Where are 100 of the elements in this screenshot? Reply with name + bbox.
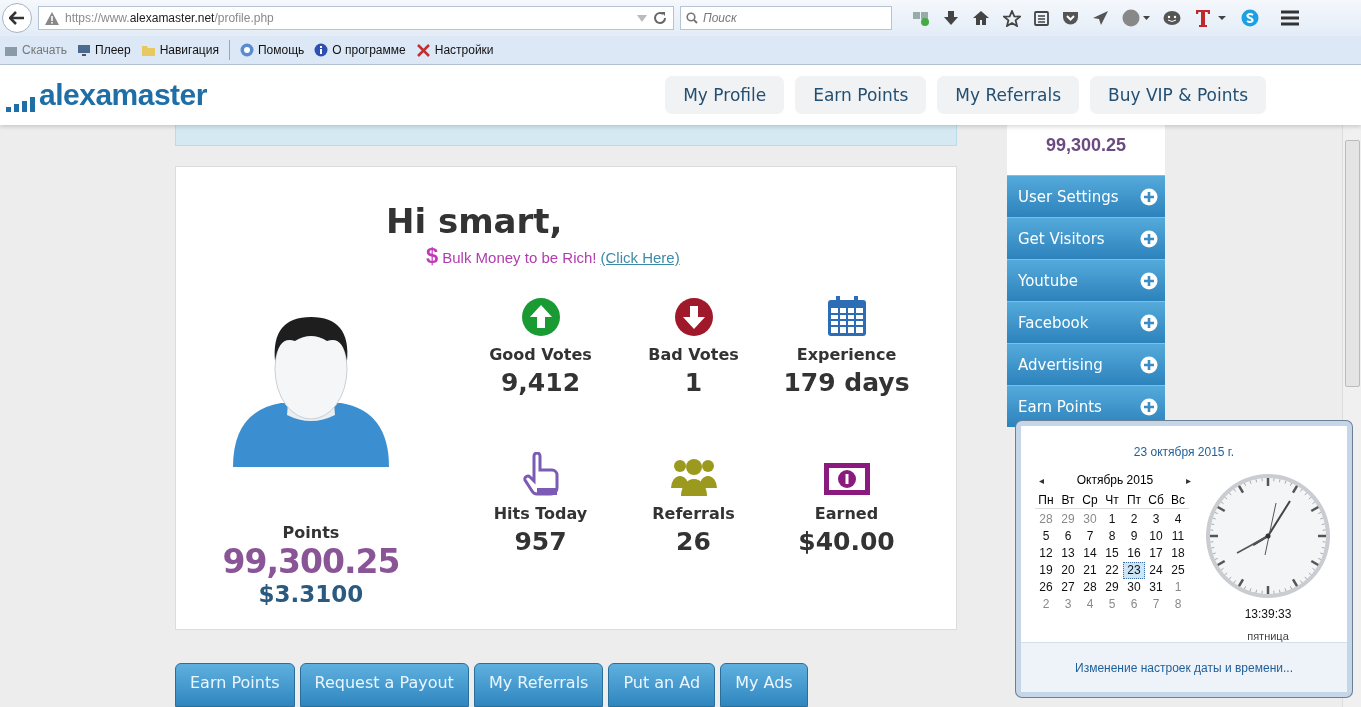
calendar-day[interactable]: 10 [1145,528,1167,545]
calendar-day[interactable]: 7 [1079,528,1101,545]
calendar-day[interactable]: 24 [1145,562,1167,579]
calendar-day[interactable]: 30 [1079,511,1101,528]
stat-label: Referrals [652,503,735,523]
calendar-day[interactable]: 29 [1101,579,1123,596]
warning-icon [45,11,59,25]
back-arrow-icon [9,11,25,25]
calendar-day[interactable]: 1 [1101,511,1123,528]
calendar-day[interactable]: 31 [1145,579,1167,596]
plus-circle-icon [1140,313,1158,332]
calendar-day[interactable]: 4 [1079,596,1101,613]
weekday-header: Вс [1167,493,1189,509]
calendar-day[interactable]: 20 [1057,562,1079,579]
calendar-day[interactable]: 25 [1167,562,1189,579]
calendar-day[interactable]: 26 [1035,579,1057,596]
bookmark-item[interactable]: Плеер [77,43,131,57]
date-settings-link[interactable]: Изменение настроек даты и времени... [1075,660,1293,675]
reading-list-icon[interactable] [1034,10,1049,26]
skype-icon[interactable] [1241,9,1259,27]
calendar-day[interactable]: 2 [1123,511,1145,528]
site-logo[interactable]: alexamaster [6,78,207,112]
weekday-header: Вт [1057,493,1079,509]
reload-icon[interactable] [653,11,667,25]
stat-value: 957 [514,526,567,556]
calendar-day[interactable]: 8 [1167,596,1189,613]
calendar-day[interactable]: 11 [1167,528,1189,545]
address-bar[interactable]: https://www.alexamaster.net/profile.php [38,6,674,30]
calendar-day[interactable]: 22 [1101,562,1123,579]
info-icon [314,43,329,57]
calendar-day[interactable]: 3 [1145,511,1167,528]
help-icon [239,43,254,57]
letter-t-icon[interactable] [1194,8,1228,28]
calendar-day[interactable]: 6 [1057,528,1079,545]
download-icon[interactable] [943,10,959,26]
calendar-day[interactable]: 8 [1101,528,1123,545]
back-button[interactable] [2,3,32,33]
extension-icon[interactable] [912,10,930,26]
time-text: 13:39:33 [1244,607,1292,621]
calendar-day[interactable]: 14 [1079,545,1101,562]
plus-circle-icon [1140,187,1158,206]
pointing-hand-icon [520,451,561,496]
calendar-day[interactable]: 13 [1057,545,1079,562]
points-label: Points [282,522,340,542]
search-icon [686,12,698,24]
bookmark-item[interactable]: Настройки [415,42,494,58]
folder-icon [140,43,156,57]
menu-icon[interactable] [1280,10,1300,26]
calendar-day[interactable]: 6 [1123,596,1145,613]
calendar-day[interactable]: 4 [1167,511,1189,528]
points-usd-value: $3.3100 [258,580,364,607]
weekday-header: Сб [1145,493,1167,509]
points-value: 99,300.25 [222,541,400,581]
bookmark-item[interactable]: Помощь [239,43,305,57]
calendar-day[interactable]: 3 [1057,596,1079,613]
calendar-day[interactable]: 18 [1167,545,1189,562]
stat-value: 179 days [783,367,910,397]
calendar-day[interactable]: 12 [1035,545,1057,562]
calendar-day[interactable]: 17 [1145,545,1167,562]
weekday-header: Ср [1079,493,1101,509]
calendar-day[interactable]: 9 [1123,528,1145,545]
bookmark-item[interactable]: Навигация [140,43,219,57]
chat-icon[interactable] [1163,9,1181,27]
stat-label: Earned [814,503,879,523]
click-here-link[interactable]: (Click Here) [600,248,680,266]
nav-button[interactable]: My Referrals [937,76,1080,114]
calendar-day[interactable]: 19 [1035,562,1057,579]
calendar-day[interactable]: 21 [1079,562,1101,579]
pocket-icon[interactable] [1062,10,1079,26]
tools-icon [415,42,431,58]
nav-button[interactable]: My Profile [665,76,785,114]
calendar-day[interactable]: 28 [1035,511,1057,528]
plus-circle-icon [1140,397,1158,416]
calendar-day[interactable]: 30 [1123,579,1145,596]
home-icon[interactable] [972,10,990,26]
paper-plane-icon[interactable] [1092,10,1109,26]
month-title[interactable]: Октябрь 2015 [1076,473,1154,487]
calendar-day[interactable]: 5 [1035,528,1057,545]
next-month-button[interactable]: ▸ [1186,473,1191,487]
nav-button[interactable]: Buy VIP & Points [1090,76,1266,114]
search-field[interactable]: Поиск [680,6,892,30]
bookmark-item[interactable]: О программе [314,43,406,57]
weekday-text: пятница [1247,630,1289,642]
weekday-header: Чт [1101,493,1123,509]
calendar-day[interactable]: 23 [1123,562,1145,579]
calendar-day[interactable]: 16 [1123,545,1145,562]
calendar-day[interactable]: 27 [1057,579,1079,596]
plus-circle-icon [1140,229,1158,248]
bookmark-star-icon[interactable] [1003,9,1021,27]
calendar-day[interactable]: 1 [1167,579,1189,596]
nav-button[interactable]: Earn Points [795,76,927,114]
stat-value: 1 [684,367,703,397]
previous-month-button[interactable]: ◂ [1039,473,1044,487]
stat-label: Hits Today [493,503,588,523]
greeting-heading: Hi smart, [386,200,564,241]
calendar-day[interactable]: 15 [1101,545,1123,562]
calendar-day[interactable]: 28 [1079,579,1101,596]
calendar-day[interactable]: 29 [1057,511,1079,528]
my-points-value: 99,300.25 [1045,135,1127,157]
date-heading[interactable]: 23 октября 2015 г. [1021,445,1347,459]
